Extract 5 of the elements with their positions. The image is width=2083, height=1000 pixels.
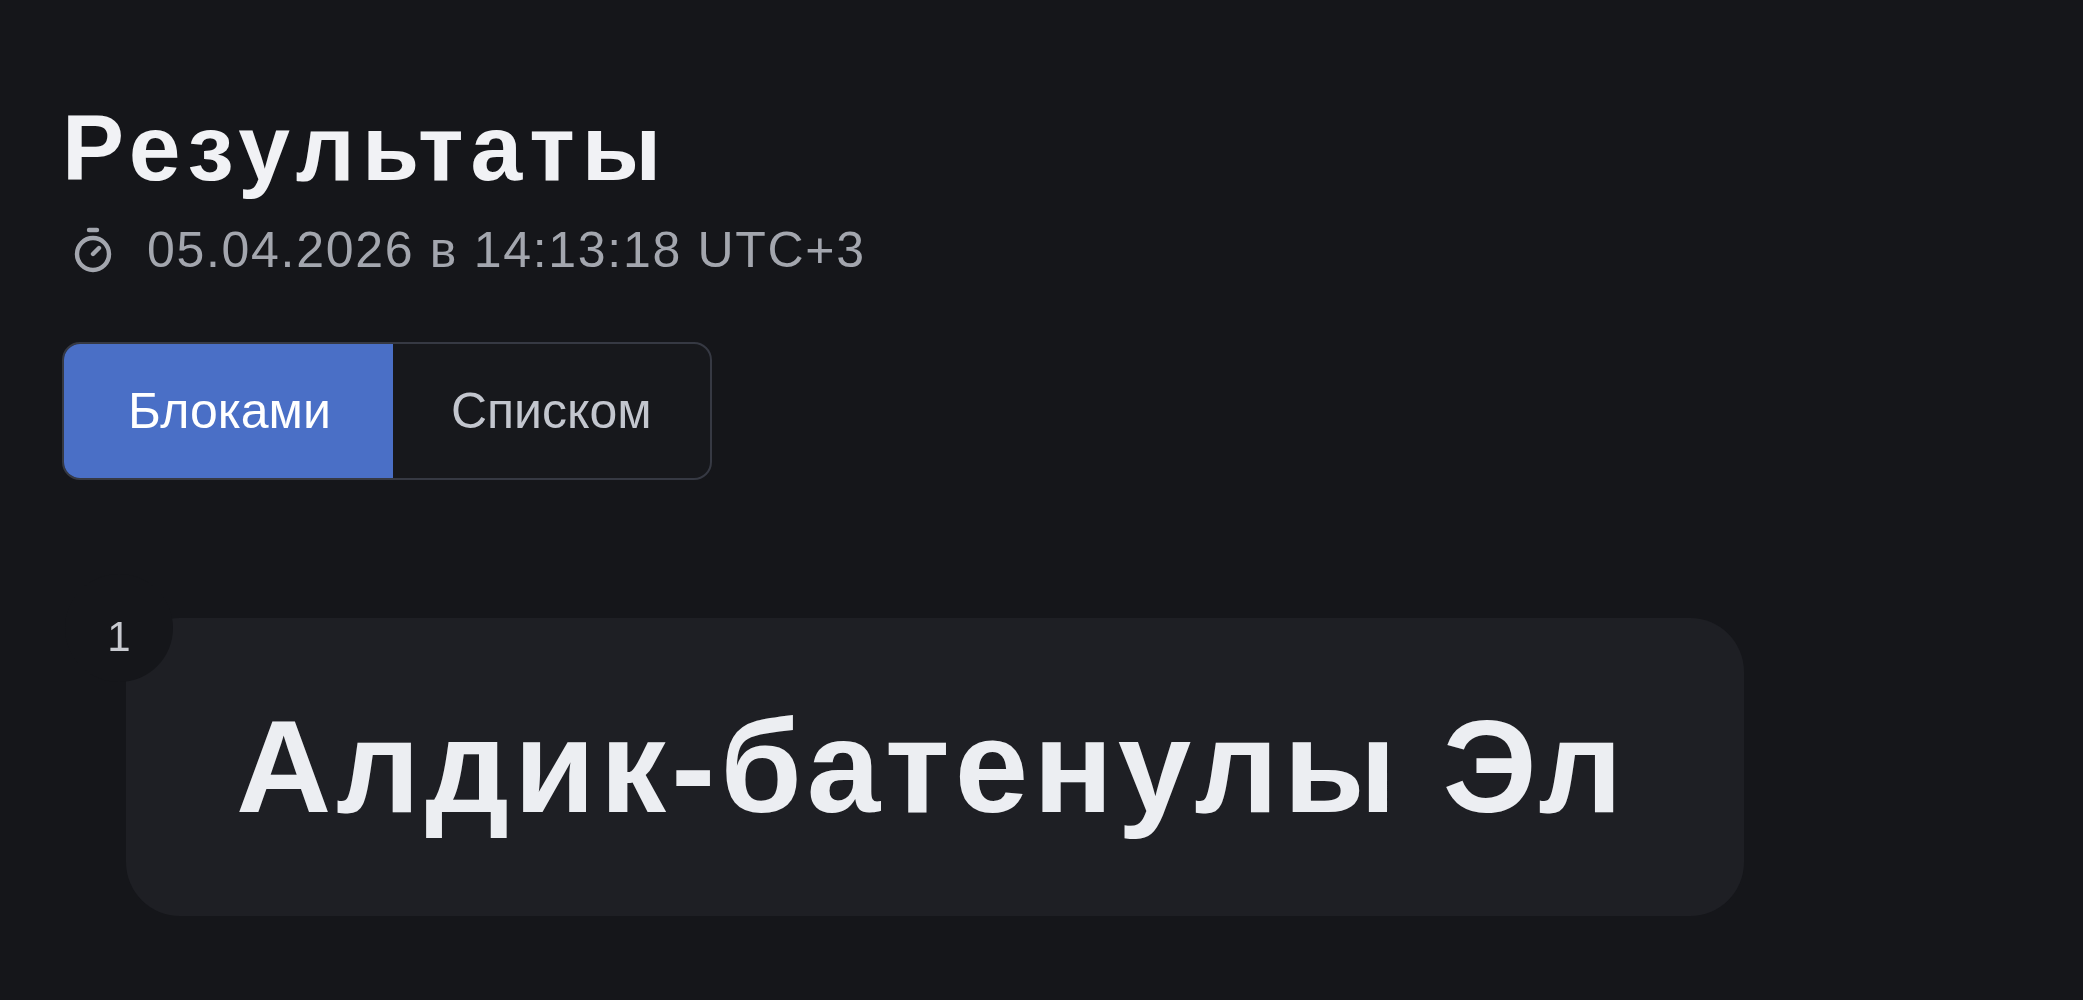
timestamp: 05.04.2026 в 14:13:18 UTC+3 bbox=[147, 220, 866, 280]
view-tab[interactable]: Списком bbox=[392, 343, 710, 478]
result-name: Алдик-батенулы Эл bbox=[236, 692, 1628, 843]
view-tab[interactable]: Блоками bbox=[64, 343, 393, 478]
page-title: Результаты bbox=[62, 95, 669, 202]
